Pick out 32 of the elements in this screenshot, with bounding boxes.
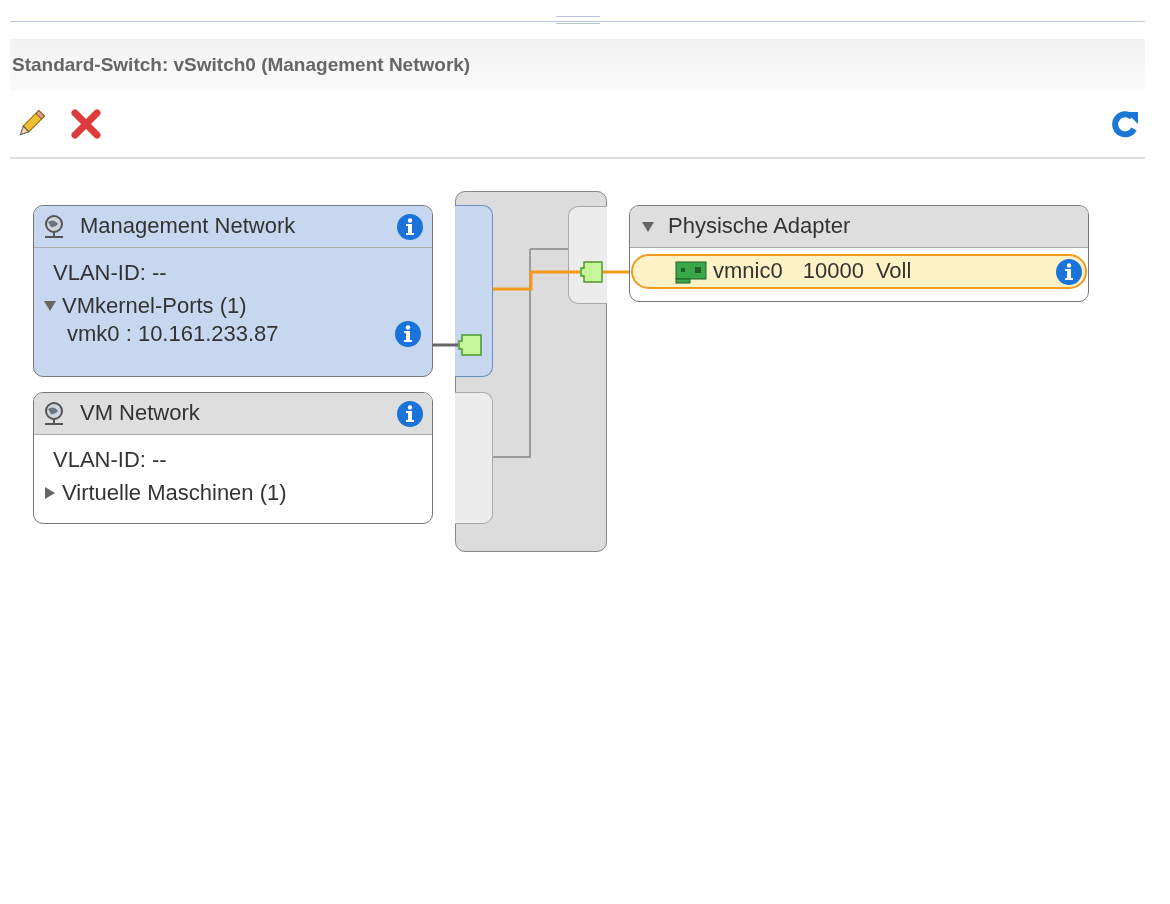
- refresh-icon[interactable]: [1110, 109, 1140, 139]
- port-group-name: Management Network: [80, 214, 296, 239]
- info-icon[interactable]: [1055, 257, 1083, 286]
- adapter-row[interactable]: vmnic0 10000 Voll: [631, 254, 1087, 289]
- connector-line: [432, 343, 458, 347]
- panel-title: Standard-Switch: vSwitch0 (Management Network): [12, 52, 471, 77]
- port-icon: [458, 334, 482, 356]
- port-icon: [580, 261, 603, 283]
- delete-icon[interactable]: [71, 109, 101, 139]
- connector-line: [603, 270, 630, 274]
- resize-grip[interactable]: [556, 16, 600, 24]
- port-section-label: VMkernel-Ports (1): [62, 294, 247, 319]
- vlan-id-label: VLAN-ID: --: [52, 261, 167, 286]
- info-icon[interactable]: [396, 399, 424, 428]
- adapter-duplex: Voll: [875, 259, 912, 284]
- adapter-section-label: Physische Adapter: [668, 214, 851, 239]
- adapter-name: vmnic0: [713, 259, 783, 284]
- adapter-speed: 10000: [802, 259, 864, 284]
- expander-icon[interactable]: [44, 487, 56, 500]
- expander-icon[interactable]: [44, 300, 56, 313]
- info-icon[interactable]: [396, 212, 424, 241]
- port-section-label: Virtuelle Maschinen (1): [62, 481, 287, 506]
- network-card-icon: [675, 259, 707, 284]
- network-globe-icon: [42, 400, 66, 427]
- vmkernel-port-label: vmk0 : 10.161.233.87: [67, 322, 279, 347]
- expander-icon[interactable]: [642, 220, 654, 233]
- info-icon[interactable]: [394, 320, 422, 349]
- port-group-name: VM Network: [80, 401, 200, 426]
- port-group-card[interactable]: Management Network VLAN-ID: -- VMkernel-Ports (1) vmk0 : 10.161.233.87: [33, 205, 433, 377]
- vlan-id-label: VLAN-ID: --: [52, 448, 167, 473]
- port-group-card[interactable]: VM Network VLAN-ID: -- Virtuelle Maschinen (1): [33, 392, 433, 524]
- network-globe-icon: [42, 213, 66, 240]
